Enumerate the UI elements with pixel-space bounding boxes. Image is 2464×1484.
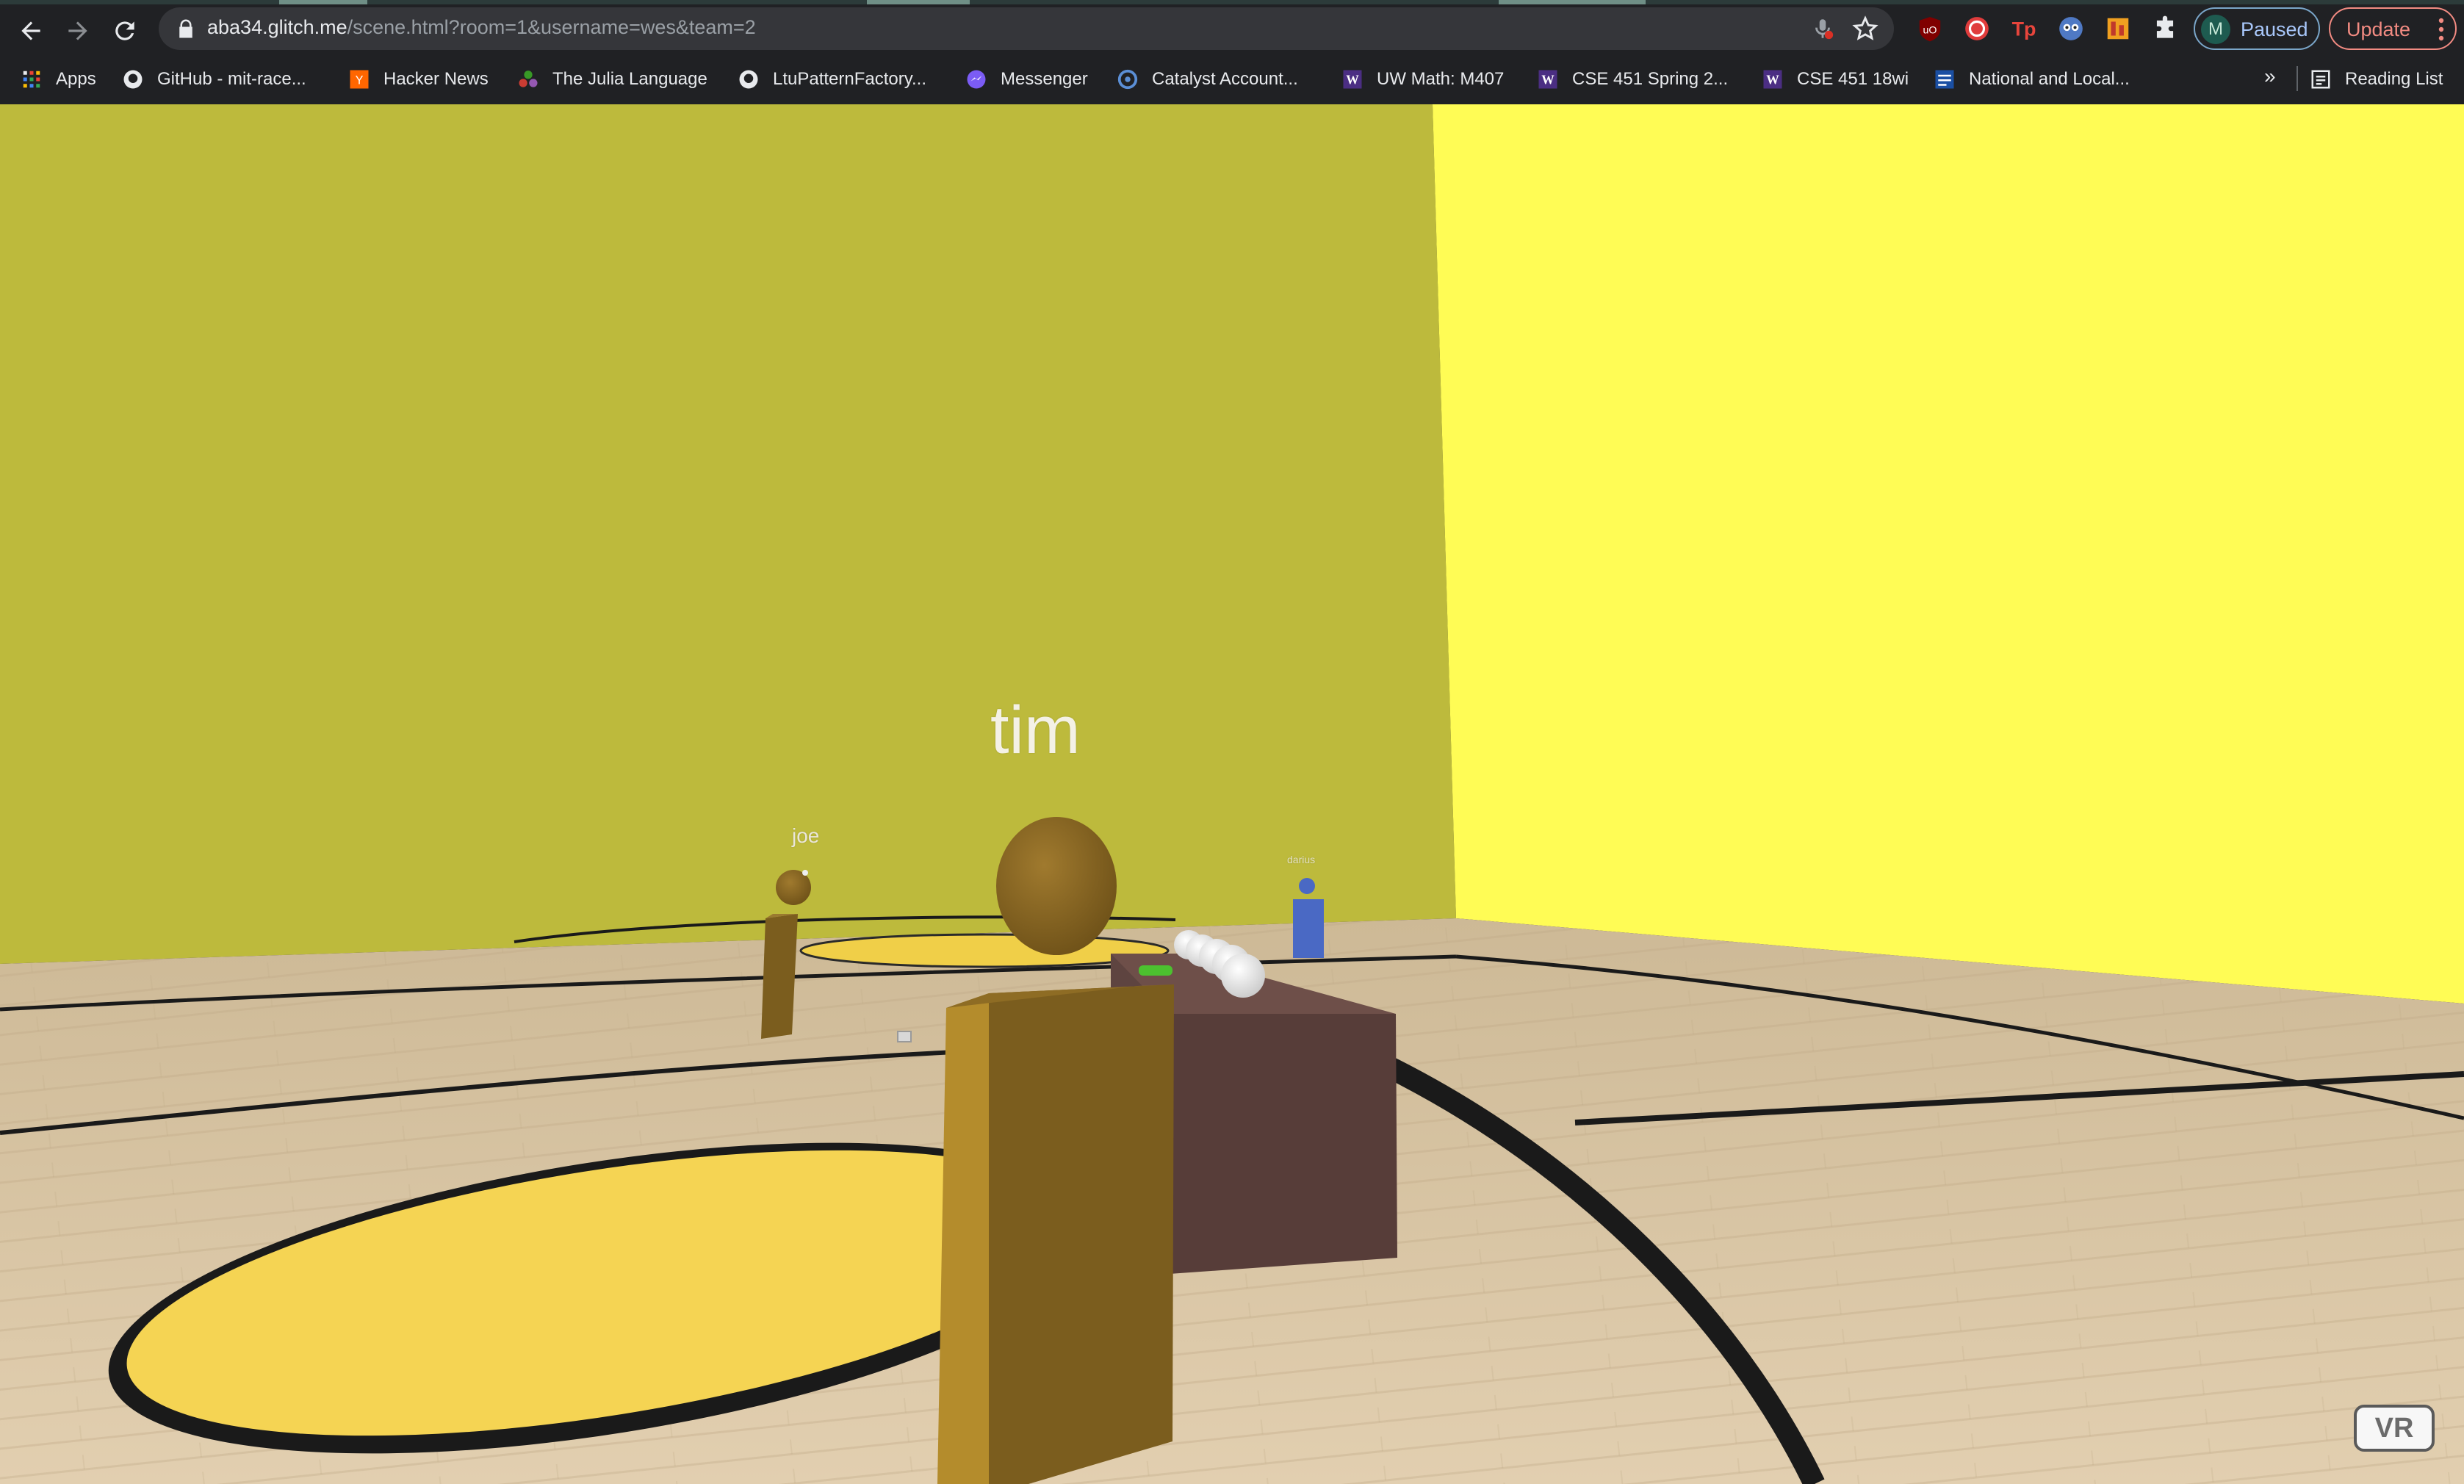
bookmark-label: Catalyst Account...	[1152, 69, 1298, 89]
tab-strip-fragment	[279, 0, 367, 4]
profile-button[interactable]: M Paused	[2194, 7, 2320, 50]
svg-text:Tp: Tp	[2012, 18, 2036, 40]
bookmark-label: CSE 451 18wi	[1797, 69, 1909, 89]
bookmarks-bar: Apps GitHub - mit-race... Y Hacker News …	[0, 60, 2464, 97]
kebab-menu-icon	[2438, 18, 2444, 41]
bookmark-github-mit-race[interactable]: GitHub - mit-race...	[122, 65, 306, 94]
extension-red-circle-icon[interactable]	[1962, 13, 1992, 44]
bookmark-label: National and Local...	[1969, 69, 2130, 89]
bookmark-label: Hacker News	[383, 69, 489, 89]
tp-icon: Tp	[2012, 18, 2036, 40]
forward-button[interactable]	[57, 10, 98, 51]
right-wall	[1433, 104, 2464, 1004]
apps-grid-icon	[21, 68, 43, 90]
bookmark-label: Messenger	[1001, 69, 1088, 89]
bookmark-hacker-news[interactable]: Y Hacker News	[348, 65, 489, 94]
lock-icon	[179, 19, 192, 38]
hacker-news-icon: Y	[348, 68, 370, 90]
bookmark-apps[interactable]: Apps	[21, 65, 96, 94]
reload-icon	[115, 21, 134, 40]
puzzle-icon[interactable]	[2150, 13, 2180, 44]
julia-icon	[517, 68, 539, 90]
player-name-tim: tim	[990, 693, 1081, 768]
catalyst-icon	[1117, 68, 1139, 90]
vr-button[interactable]: VR	[2354, 1405, 2435, 1452]
extension-orange-icon[interactable]	[2103, 13, 2133, 44]
extensions-puzzle-icon	[2156, 15, 2174, 38]
bookmark-label: UW Math: M407	[1377, 69, 1505, 89]
tab-strip	[0, 0, 2464, 4]
player-name-darius: darius	[1287, 854, 1316, 865]
reading-list-icon	[2310, 68, 2332, 90]
bookmark-label: GitHub - mit-race...	[157, 69, 306, 89]
bookmark-label: CSE 451 Spring 2...	[1572, 69, 1729, 89]
tab-strip-fragment	[1499, 0, 1646, 4]
scene-render	[0, 104, 2464, 1484]
reading-list-label: Reading List	[2345, 69, 2443, 89]
reload-button[interactable]	[104, 10, 145, 51]
red-circle-icon	[1965, 17, 1989, 40]
mic-blocked-icon[interactable]	[1810, 16, 1835, 41]
bookmark-messenger[interactable]: Messenger	[965, 65, 1088, 94]
bookmark-julia[interactable]: The Julia Language	[517, 65, 707, 94]
profile-status: Paused	[2241, 18, 2308, 40]
bookmark-star-icon[interactable]	[1851, 15, 1879, 43]
github-icon	[122, 68, 144, 90]
player-self-body	[937, 984, 1174, 1484]
player-tim-head	[996, 817, 1117, 955]
browser-chrome: aba34.glitch.me/scene.html?room=1&userna…	[0, 0, 2464, 104]
orange-bars-icon	[2107, 18, 2129, 40]
ublock-icon[interactable]: uO	[1914, 13, 1945, 44]
bookmark-label: Apps	[56, 69, 96, 89]
url-host: aba34.glitch.me	[207, 16, 347, 38]
address-bar[interactable]: aba34.glitch.me/scene.html?room=1&userna…	[159, 7, 1894, 50]
svg-text:W: W	[1346, 72, 1359, 87]
url-text[interactable]: aba34.glitch.me/scene.html?room=1&userna…	[207, 16, 756, 39]
bookmarks-overflow-button[interactable]: »	[2264, 65, 2276, 88]
svg-text:Y: Y	[356, 73, 364, 87]
bookmark-cse451-18wi[interactable]: W CSE 451 18wi	[1762, 65, 1909, 94]
extension-owl-icon[interactable]	[2056, 13, 2086, 44]
news-icon	[1934, 68, 1956, 90]
svg-text:uO: uO	[1923, 24, 1937, 36]
bookmark-label: The Julia Language	[552, 69, 707, 89]
forward-arrow-icon	[68, 21, 87, 40]
paddle	[1139, 965, 1172, 976]
owl-icon	[2059, 17, 2083, 40]
update-button[interactable]: Update	[2329, 7, 2457, 50]
svg-text:W: W	[1541, 72, 1555, 87]
tab-strip-fragment	[867, 0, 970, 4]
extension-tp-icon[interactable]: Tp	[2009, 13, 2039, 44]
floor-marker	[897, 1031, 912, 1042]
bookmark-label: LtuPatternFactory...	[773, 69, 926, 89]
back-arrow-icon	[21, 21, 40, 40]
url-path: /scene.html?room=1&username=wes&team=2	[347, 16, 756, 38]
game-canvas[interactable]: tim joe darius VR	[0, 104, 2464, 1484]
left-wall	[0, 104, 1456, 964]
bookmark-national-local[interactable]: National and Local...	[1934, 65, 2130, 94]
uw-icon: W	[1341, 68, 1364, 90]
reading-list-button[interactable]: Reading List	[2310, 65, 2443, 94]
update-label: Update	[2346, 18, 2411, 40]
bookmark-ltu-pattern-factory[interactable]: LtuPatternFactory...	[738, 65, 926, 94]
ublock-shield-icon: uO	[1919, 17, 1941, 42]
svg-text:W: W	[1766, 72, 1779, 87]
uw-icon: W	[1537, 68, 1559, 90]
bookmarks-divider	[2297, 66, 2298, 91]
player-name-joe: joe	[792, 824, 820, 847]
bookmark-uw-math[interactable]: W UW Math: M407	[1341, 65, 1504, 94]
back-button[interactable]	[10, 10, 51, 51]
avatar: M	[2201, 15, 2230, 44]
messenger-icon	[965, 68, 987, 90]
uw-icon: W	[1762, 68, 1784, 90]
bookmark-catalyst[interactable]: Catalyst Account...	[1117, 65, 1298, 94]
bookmark-cse451-spring[interactable]: W CSE 451 Spring 2...	[1537, 65, 1728, 94]
github-icon	[738, 68, 760, 90]
